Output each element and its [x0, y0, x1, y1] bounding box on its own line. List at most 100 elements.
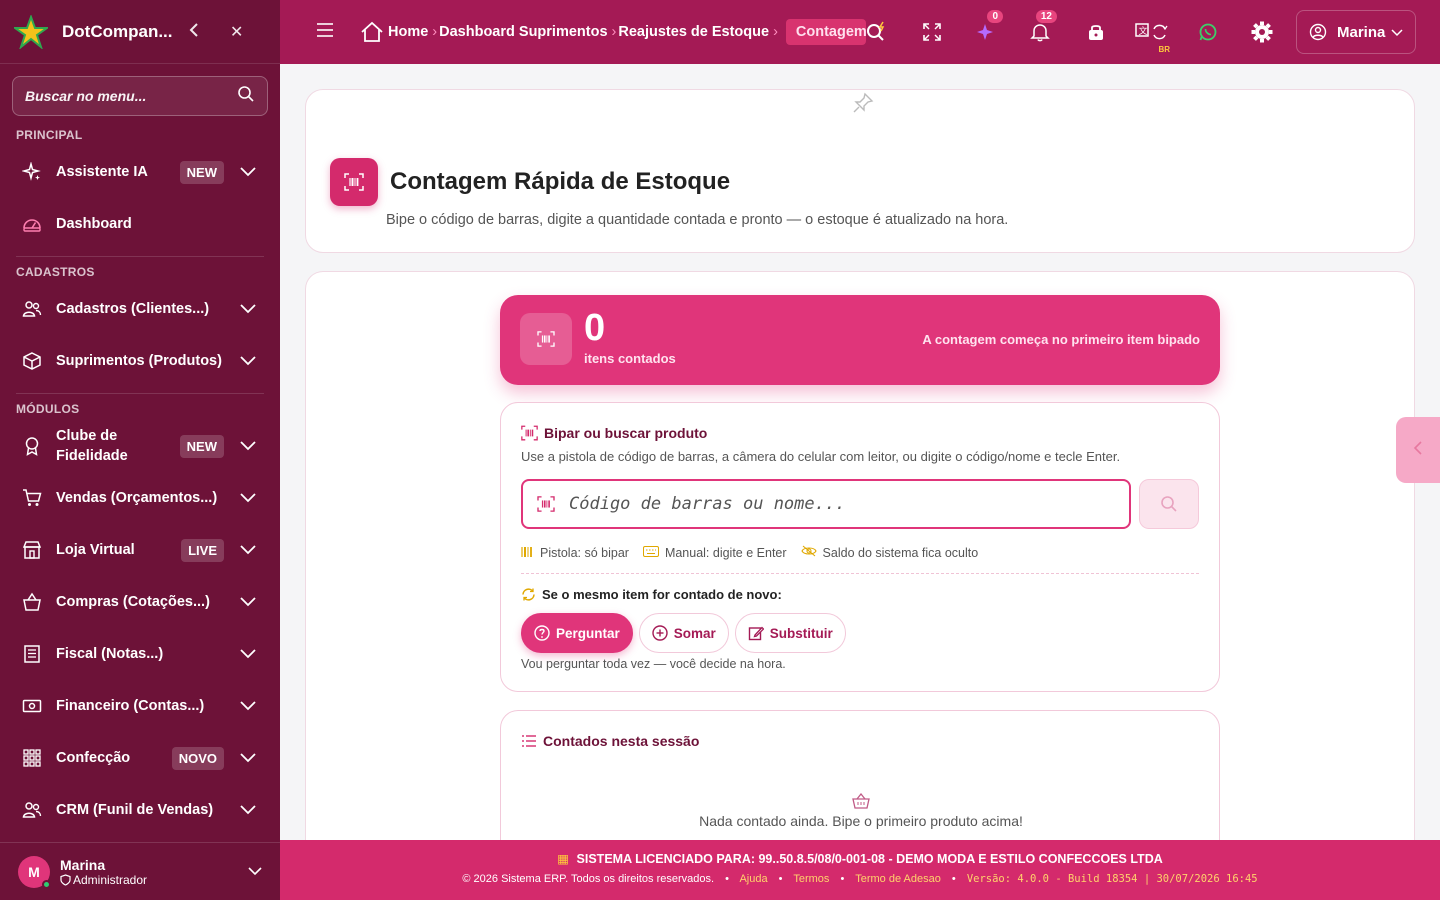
input-hints: Pistola: só bipar Manual: digite e Enter…: [521, 545, 992, 560]
license-text: SISTEMA LICENCIADO PARA: 99..50.8.5/08/0…: [576, 852, 1163, 866]
sidebar-user-menu[interactable]: M Marina Administrador: [0, 842, 280, 900]
hint-oculto: Saldo do sistema fica oculto: [800, 545, 978, 560]
chevron-down-icon[interactable]: [238, 299, 258, 319]
barcode-icon: [537, 496, 555, 512]
chevron-down-icon[interactable]: [238, 748, 258, 768]
menu-search-input[interactable]: [25, 88, 237, 104]
side-panel-toggle[interactable]: [1396, 417, 1440, 483]
items-count-label: itens contados: [584, 351, 676, 366]
chevron-down-icon[interactable]: [238, 436, 258, 456]
menu-search[interactable]: [12, 76, 268, 116]
search-icon: [1160, 495, 1178, 513]
divider: [16, 393, 264, 394]
ai-sparkle-icon[interactable]: 0: [970, 9, 1004, 48]
barcode-gun-icon: [521, 546, 534, 560]
option-somar-button[interactable]: Somar: [638, 613, 729, 653]
divider: [16, 256, 264, 257]
sidebar-item-confeccao[interactable]: Confecção NOVO: [0, 746, 280, 770]
bell-icon[interactable]: 12: [1024, 9, 1058, 48]
sidebar-item-assistente-ia[interactable]: Assistente IA NEW: [0, 160, 280, 184]
chevron-down-icon[interactable]: [238, 488, 258, 508]
help-link[interactable]: Ajuda: [739, 873, 767, 885]
brand-name: DotCompan...: [62, 21, 173, 41]
section-cadastros: CADASTROS: [16, 265, 95, 279]
sidebar-item-vendas[interactable]: Vendas (Orçamentos...): [0, 486, 280, 510]
home-icon[interactable]: [360, 21, 384, 43]
sidebar: DotCompan... ✕ PRINCIPAL Assistente IA N…: [0, 0, 280, 900]
breadcrumb-home[interactable]: Home: [388, 24, 428, 40]
option-substituir-button[interactable]: Substituir: [734, 613, 846, 653]
lock-bag-icon[interactable]: [1080, 16, 1112, 48]
chevron-down-icon[interactable]: [238, 162, 258, 182]
chevron-down-icon[interactable]: [248, 863, 262, 881]
breadcrumb-dashboard-suprimentos[interactable]: Dashboard Suprimentos: [439, 24, 607, 40]
barcode-scan-icon: [330, 158, 378, 206]
chevron-down-icon[interactable]: [238, 540, 258, 560]
items-count-value: 0: [584, 307, 606, 349]
barcode-input-wrapper[interactable]: [521, 479, 1131, 529]
translate-sync-icon[interactable]: 文 BR: [1132, 16, 1172, 54]
chevron-down-icon[interactable]: [238, 696, 258, 716]
session-title-text: Contados nesta sessão: [543, 733, 700, 749]
sidebar-header: DotCompan... ✕: [0, 0, 280, 64]
items-counter-banner: 0 itens contados A contagem começa no pr…: [500, 295, 1220, 385]
chevron-down-icon[interactable]: [238, 644, 258, 664]
chevron-down-icon[interactable]: [238, 800, 258, 820]
star-logo-icon: [14, 14, 48, 49]
option-perguntar-button[interactable]: Perguntar: [521, 613, 633, 653]
avatar: M: [18, 855, 51, 889]
barcode-input[interactable]: [569, 494, 1115, 514]
fullscreen-icon[interactable]: [916, 16, 948, 48]
pin-icon[interactable]: [852, 92, 874, 119]
user-menu-button[interactable]: Marina: [1296, 10, 1416, 54]
search-button[interactable]: [1139, 479, 1199, 529]
sidebar-item-fiscal[interactable]: Fiscal (Notas...): [0, 642, 280, 666]
sidebar-item-financeiro[interactable]: Financeiro (Contas...): [0, 694, 280, 718]
sidebar-item-compras[interactable]: Compras (Cotações...): [0, 590, 280, 614]
language-tag: BR: [1158, 45, 1170, 54]
footer: ▦ SISTEMA LICENCIADO PARA: 99..50.8.5/08…: [280, 840, 1440, 900]
collapse-sidebar-icon[interactable]: [188, 21, 200, 42]
sidebar-item-label: Assistente IA: [56, 164, 148, 180]
hamburger-menu-icon[interactable]: [316, 22, 336, 42]
license-building-icon: ▦: [557, 852, 570, 866]
online-status-dot: [42, 879, 51, 889]
breadcrumb-reajustes-estoque[interactable]: Reajustes de Estoque: [618, 24, 769, 40]
sidebar-item-clube-fidelidade[interactable]: Clube de Fidelidade NEW: [0, 426, 280, 466]
user-name: Marina: [60, 856, 106, 873]
search-icon[interactable]: [237, 85, 255, 108]
chevron-down-icon[interactable]: [238, 351, 258, 371]
sidebar-item-label: Fiscal (Notas...): [56, 646, 164, 662]
footer-links: © 2026 Sistema ERP. Todos os direitos re…: [462, 873, 1258, 885]
chevron-left-icon: [1413, 440, 1423, 460]
whatsapp-icon[interactable]: [1192, 16, 1224, 48]
ai-badge: 0: [986, 9, 1004, 24]
page-subtitle: Bipe o código de barras, digite a quanti…: [386, 212, 1009, 228]
page-title: Contagem Rápida de Estoque: [390, 168, 731, 195]
repeat-title-text: Se o mesmo item for contado de novo:: [542, 587, 782, 602]
new-badge: NEW: [179, 160, 224, 184]
breadcrumb-contagem: Contagem: [785, 19, 866, 45]
close-icon[interactable]: ✕: [230, 22, 243, 42]
gear-icon[interactable]: [1246, 16, 1278, 48]
chevron-down-icon[interactable]: [238, 592, 258, 612]
sidebar-item-dashboard[interactable]: Dashboard: [0, 212, 280, 236]
adhesion-terms-link[interactable]: Termo de Adesao: [855, 873, 941, 885]
option-label: Substituir: [769, 625, 833, 641]
basket-icon: [22, 592, 42, 612]
question-circle-icon: [534, 625, 550, 641]
section-principal: PRINCIPAL: [16, 128, 83, 142]
sidebar-item-crm[interactable]: CRM (Funil de Vendas): [0, 798, 280, 822]
barcode-scan-icon: [520, 313, 572, 365]
quick-search-icon[interactable]: [860, 16, 892, 48]
sidebar-item-label: Cadastros (Clientes...): [56, 301, 210, 317]
page-header-card: Contagem Rápida de Estoque Bipe o código…: [305, 89, 1415, 253]
license-line: ▦ SISTEMA LICENCIADO PARA: 99..50.8.5/08…: [280, 851, 1440, 866]
terms-link[interactable]: Termos: [793, 873, 829, 885]
sidebar-item-loja-virtual[interactable]: Loja Virtual LIVE: [0, 538, 280, 562]
option-label: Perguntar: [556, 625, 620, 641]
sidebar-item-label: Clube de Fidelidade: [56, 428, 128, 464]
sidebar-item-cadastros[interactable]: Cadastros (Clientes...): [0, 297, 280, 321]
repeat-options: Perguntar Somar Substituir: [521, 613, 852, 653]
sidebar-item-suprimentos[interactable]: Suprimentos (Produtos): [0, 349, 280, 373]
